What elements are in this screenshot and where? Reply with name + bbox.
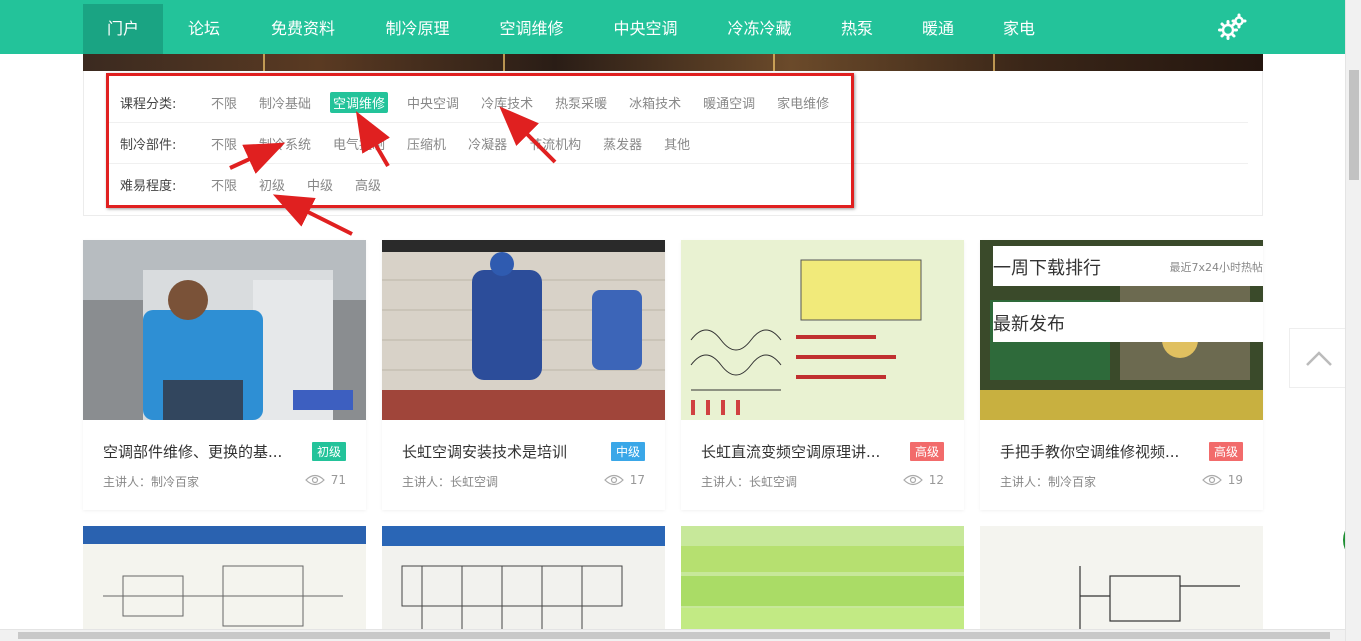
view-count-value: 17 — [629, 473, 645, 487]
filter-row-level: 难易程度: 不限 初级 中级 高级 — [108, 164, 1248, 204]
horizontal-scrollbar[interactable] — [0, 629, 1345, 641]
course-card[interactable]: 长虹空调安装技术是培训 中级 主讲人：长虹空调 17 — [382, 240, 665, 510]
eye-icon — [1201, 474, 1222, 486]
filter-option[interactable]: 中央空调 — [404, 92, 462, 113]
eye-icon — [603, 474, 624, 486]
filter-option[interactable]: 制冷系统 — [256, 133, 314, 154]
course-card[interactable]: 长虹直流变频空调原理讲... 高级 主讲人：长虹空调 12 — [681, 240, 964, 510]
nav-item[interactable]: 论坛 — [163, 4, 245, 54]
view-count: 17 — [603, 473, 645, 487]
course-title[interactable]: 长虹空调安装技术是培训 — [402, 441, 602, 462]
filter-option[interactable]: 不限 — [208, 92, 240, 113]
nav-item[interactable]: 热泵 — [817, 4, 897, 54]
nav-item[interactable]: 免费资料 — [245, 4, 361, 54]
view-count-value: 71 — [330, 473, 346, 487]
course-thumbnail[interactable] — [382, 526, 665, 641]
course-title[interactable]: 手把手教你空调维修视频... — [1000, 441, 1200, 462]
latest-release[interactable]: 最新发布 — [993, 302, 1263, 342]
filter-option[interactable]: 冷凝器 — [465, 133, 510, 154]
filter-option[interactable]: 空调维修 — [330, 91, 389, 113]
filter-option[interactable]: 家电维修 — [774, 92, 832, 113]
filter-option[interactable]: 压缩机 — [404, 133, 449, 154]
view-count-value: 12 — [928, 473, 944, 487]
view-count: 19 — [1201, 473, 1243, 487]
main-nav: 门户 论坛 免费资料 制冷原理 空调维修 中央空调 冷冻冷藏 热泵 暖通 家电 — [83, 4, 1263, 54]
nav-item[interactable]: 中央空调 — [589, 4, 702, 54]
scrollbar-thumb[interactable] — [1349, 70, 1359, 180]
chevron-up-icon — [1306, 351, 1332, 366]
eye-icon — [902, 474, 923, 486]
eye-icon — [304, 474, 325, 486]
level-badge: 高级 — [1208, 442, 1243, 461]
filter-option[interactable]: 不限 — [208, 174, 240, 195]
filter-panel: 课程分类: 不限 制冷基础 空调维修 中央空调 冷库技术 热泵采暖 冰箱技术 暖通空调 家电维修… — [83, 71, 1263, 216]
banner-strip — [83, 54, 1263, 71]
course-title[interactable]: 空调部件维修、更换的基... — [103, 441, 303, 462]
nav-item[interactable]: 门户 — [83, 4, 163, 54]
course-thumbnail[interactable] — [83, 526, 366, 641]
filter-option[interactable]: 节流机构 — [526, 133, 584, 154]
nav-item[interactable]: 冷冻冷藏 — [702, 4, 817, 54]
level-badge: 中级 — [610, 442, 645, 461]
filter-option[interactable]: 暖通空调 — [700, 92, 758, 113]
rank-subtitle: 最近7x24小时热帖 — [1169, 261, 1263, 274]
filter-option[interactable]: 冷库技术 — [478, 92, 536, 113]
course-teacher: 主讲人：制冷百家 — [1000, 475, 1097, 489]
filter-label: 制冷部件: — [120, 137, 177, 153]
latest-title: 最新发布 — [993, 314, 1065, 335]
weekly-download-rank[interactable]: 一周下载排行 最近7x24小时热帖 — [993, 246, 1263, 286]
course-teacher: 主讲人：制冷百家 — [103, 475, 200, 489]
level-badge: 高级 — [909, 442, 944, 461]
view-count-value: 19 — [1227, 473, 1243, 487]
top-navbar: 门户 论坛 免费资料 制冷原理 空调维修 中央空调 冷冻冷藏 热泵 暖通 家电 — [0, 0, 1345, 54]
course-thumbnail[interactable] — [83, 240, 366, 420]
filter-option[interactable]: 制冷基础 — [256, 92, 314, 113]
scrollbar-thumb[interactable] — [18, 632, 1330, 639]
filter-option[interactable]: 其他 — [661, 133, 693, 154]
nav-item[interactable]: 制冷原理 — [361, 4, 474, 54]
gear-icon[interactable] — [1217, 12, 1247, 42]
vertical-scrollbar[interactable] — [1345, 0, 1361, 641]
course-thumbnail[interactable] — [382, 240, 665, 420]
filter-option[interactable]: 不限 — [208, 133, 240, 154]
filter-option[interactable]: 中级 — [304, 174, 336, 195]
filter-label: 难易程度: — [120, 178, 177, 194]
level-badge: 初级 — [311, 442, 346, 461]
view-count: 12 — [902, 473, 944, 487]
course-teacher: 主讲人：长虹空调 — [701, 475, 798, 489]
filter-option[interactable]: 高级 — [352, 174, 384, 195]
course-thumbnail[interactable] — [980, 526, 1263, 641]
back-to-top-button[interactable] — [1289, 328, 1349, 388]
filter-option[interactable]: 电气控制 — [330, 133, 388, 154]
course-thumbnail[interactable] — [681, 240, 964, 420]
course-teacher: 主讲人：长虹空调 — [402, 475, 499, 489]
view-count: 71 — [304, 473, 346, 487]
filter-row-parts: 制冷部件: 不限 制冷系统 电气控制 压缩机 冷凝器 节流机构 蒸发器 其他 — [108, 123, 1248, 164]
filter-option[interactable]: 初级 — [256, 174, 288, 195]
filter-option[interactable]: 热泵采暖 — [552, 92, 610, 113]
rank-title: 一周下载排行 — [993, 258, 1101, 279]
nav-item[interactable]: 暖通 — [897, 4, 979, 54]
nav-item[interactable]: 空调维修 — [474, 4, 589, 54]
filter-row-course: 课程分类: 不限 制冷基础 空调维修 中央空调 冷库技术 热泵采暖 冰箱技术 暖通空调 家电维修 — [108, 82, 1248, 123]
filter-option[interactable]: 蒸发器 — [600, 133, 645, 154]
course-thumbnail[interactable] — [681, 526, 964, 641]
filter-option[interactable]: 冰箱技术 — [626, 92, 684, 113]
course-title[interactable]: 长虹直流变频空调原理讲... — [701, 441, 901, 462]
filter-label: 课程分类: — [120, 96, 177, 112]
nav-item[interactable]: 家电 — [979, 4, 1059, 54]
course-card[interactable]: 空调部件维修、更换的基... 初级 主讲人：制冷百家 71 — [83, 240, 366, 510]
